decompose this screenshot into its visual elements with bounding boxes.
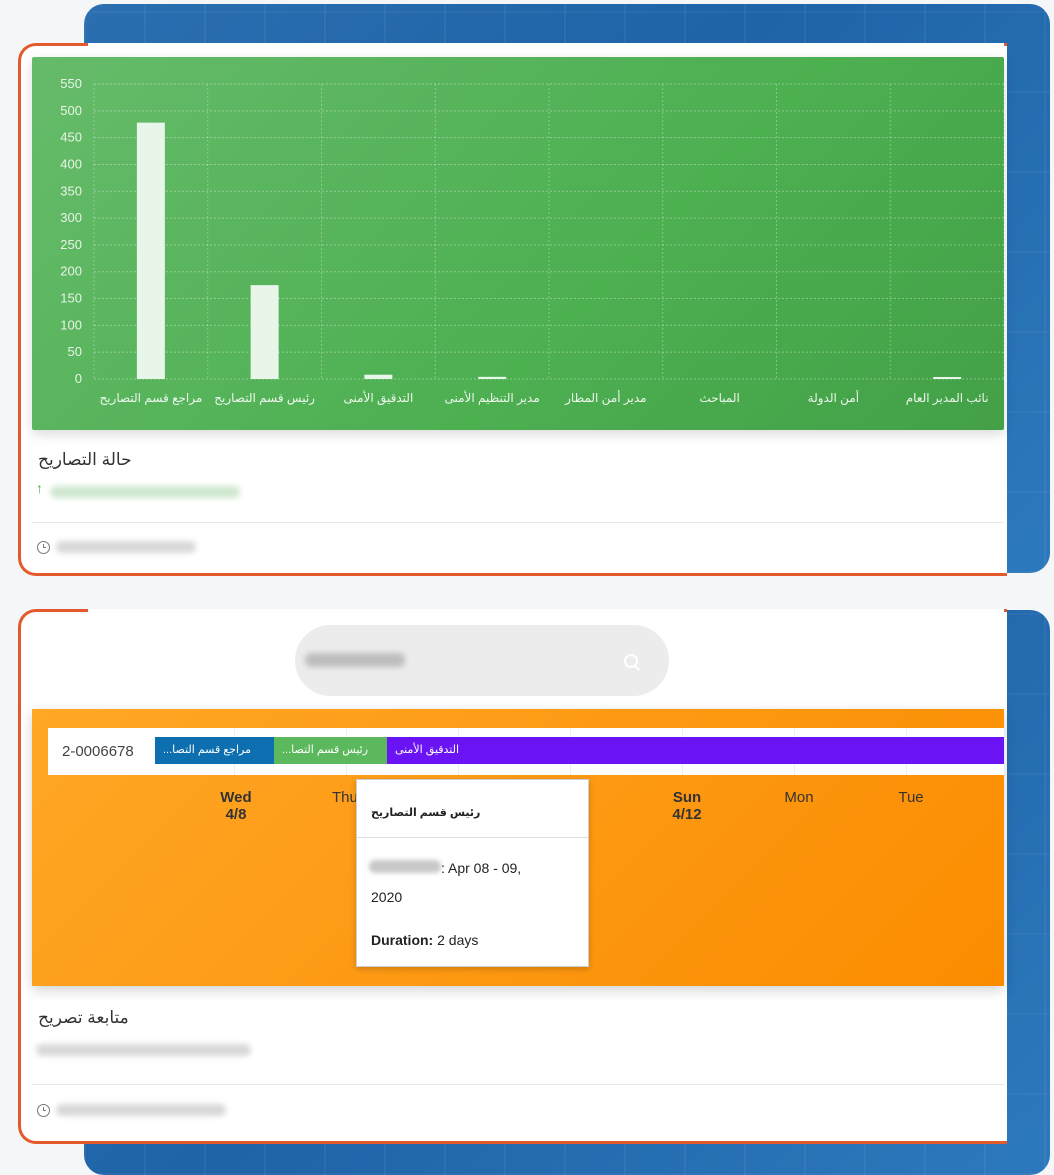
y-tick-label: 400 — [60, 156, 82, 171]
gantt-row-id: 2-0006678 — [62, 743, 134, 760]
chart-card-footer — [56, 541, 196, 553]
bar-chart: 0 50 100 150 200 250 300 350 400 450 500 550 مراجع ق… — [32, 57, 1004, 430]
y-tick-label: 250 — [60, 237, 82, 252]
chart-card-title: حالة التصاريح — [38, 450, 132, 469]
card-edge — [88, 609, 1004, 612]
search-icon[interactable] — [624, 654, 638, 668]
divider — [32, 1084, 1004, 1085]
y-tick-label: 500 — [60, 103, 82, 118]
x-tick-label: مدير أمن المطار — [564, 390, 646, 406]
chart-card-subtitle — [50, 486, 240, 498]
gantt-segment-reviewer[interactable]: ...مراجع قسم التصا — [155, 737, 274, 764]
tooltip-date-range: : Apr 08 - 09, — [441, 860, 522, 876]
search-value — [305, 653, 405, 667]
x-tick-label: مدير التنظيم الأمنى — [444, 390, 539, 406]
day-sun: Sun 4/12 — [672, 789, 702, 823]
y-tick-label: 450 — [60, 130, 82, 145]
tracking-card-footer — [56, 1104, 226, 1116]
y-tick-label: 200 — [60, 264, 82, 279]
gantt-row: 2-0006678 ...مراجع قسم التصا ...رئيس قسم… — [48, 728, 1004, 775]
clock-icon — [37, 1104, 50, 1117]
tracking-card-title: متابعة تصريح — [38, 1008, 129, 1027]
bar[interactable] — [136, 122, 165, 380]
day-tue: Tue — [898, 789, 924, 806]
day-thu: Thu — [332, 789, 356, 806]
gantt-tooltip: رئيس قسم التصاريح : Apr 08 - 09, 2020 Du… — [356, 779, 589, 967]
y-tick-label: 100 — [60, 317, 82, 332]
clock-icon — [37, 541, 50, 554]
tooltip-label — [369, 860, 441, 873]
x-tick-label: مراجع قسم التصاريح — [99, 391, 202, 406]
x-tick-label: التدقيق الأمنى — [343, 390, 413, 406]
day-wed: Wed 4/8 — [220, 789, 252, 823]
y-tick-label: 150 — [60, 291, 82, 306]
gantt-segment-head[interactable]: ...رئيس قسم التصا — [274, 737, 387, 764]
arrow-up-icon: ↑ — [36, 480, 43, 496]
x-tick-label: أمن الدولة — [808, 390, 859, 406]
x-tick-label: نائب المدير العام — [906, 391, 989, 406]
tooltip-title: رئيس قسم التصاريح — [371, 807, 481, 819]
card-edge — [88, 43, 1004, 46]
y-tick-label: 300 — [60, 210, 82, 225]
y-tick-label: 550 — [60, 76, 82, 91]
search-input[interactable] — [295, 625, 669, 696]
y-tick-label: 50 — [68, 344, 82, 359]
card-edge — [88, 567, 1004, 570]
tooltip-duration: Duration: 2 days — [371, 932, 479, 948]
x-tick-label: رئيس قسم التصاريح — [214, 391, 315, 406]
y-tick-label: 0 — [75, 371, 82, 386]
bar[interactable] — [478, 376, 507, 379]
bar[interactable] — [933, 377, 962, 379]
bar[interactable] — [250, 285, 279, 379]
bar-chart-svg: 0 50 100 150 200 250 300 350 400 450 500 550 مراجع ق… — [60, 76, 1004, 406]
gantt-segment-security[interactable]: التدقيق الأمنى — [387, 737, 1004, 764]
card-edge — [88, 1135, 1004, 1138]
y-tick-label: 350 — [60, 183, 82, 198]
tooltip-divider — [357, 837, 588, 838]
x-tick-label: المباحث — [699, 391, 739, 405]
tooltip-year: 2020 — [371, 889, 403, 905]
divider — [32, 522, 1004, 523]
tracking-card-subtitle — [36, 1044, 251, 1056]
bar[interactable] — [364, 374, 393, 379]
day-mon: Mon — [784, 789, 814, 806]
